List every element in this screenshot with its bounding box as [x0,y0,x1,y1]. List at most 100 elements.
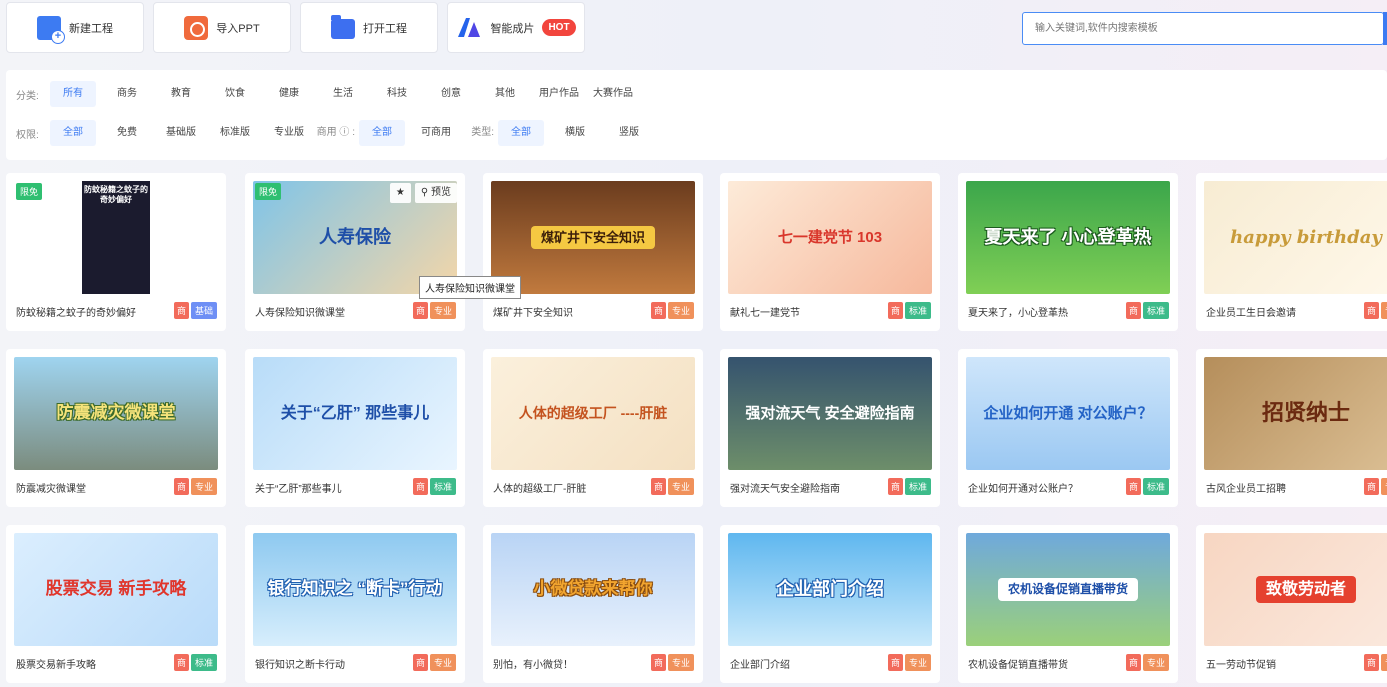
top-toolbar: 新建工程 导入PPT 打开工程 智能成片 HOT [0,0,1387,60]
template-thumbnail[interactable]: 股票交易 新手攻略 [14,533,218,646]
template-card[interactable]: 防震减灾微课堂 防震减灾微课堂商专业 [6,349,226,507]
import-ppt-button[interactable]: 导入PPT [153,2,291,53]
category-option[interactable]: 科技 [374,81,420,107]
template-card[interactable]: 煤矿井下安全知识 煤矿井下安全知识商专业 [483,173,703,331]
category-option[interactable]: 用户作品 [528,81,590,107]
commercial-badge: 商 [1363,654,1379,671]
template-card[interactable]: 银行知识之 “断卡”行动 银行知识之断卡行动 商专业 [245,525,465,683]
thumbnail-title: 人寿保险 [319,226,391,247]
thumbnail-title: 致敬劳动者 [1255,575,1356,604]
permission-option[interactable]: 基础版 [158,120,204,146]
template-thumbnail[interactable]: 七一建党节 103 [728,181,932,294]
template-card[interactable]: 企业部门介绍 企业部门介绍商专业 [720,525,940,683]
card-badges: 商专业 [650,478,694,495]
template-card[interactable]: 夏天来了 小心登革热 夏天来了，小心登革热 商标准 [958,173,1178,331]
smart-video-button[interactable]: 智能成片 HOT [447,2,585,53]
template-card[interactable]: 七一建党节 103 献礼七一建党节 商标准 [720,173,940,331]
template-thumbnail[interactable]: 银行知识之 “断卡”行动 [253,533,457,646]
commercial-label: 商用 ⓘ : [316,127,355,138]
commercial-badge: 商 [650,478,666,495]
card-title: 人体的超级工厂-肝脏 [493,484,587,495]
type-option[interactable]: 横版 [544,120,606,146]
category-option[interactable]: 大赛作品 [590,81,636,107]
category-option[interactable]: 生活 [312,81,374,107]
template-thumbnail[interactable]: happy birthday [1204,181,1387,294]
template-thumbnail[interactable]: 企业如何开通 对公账户？ [966,357,1170,470]
template-card[interactable]: 致敬劳动者五一劳动节促销 商专业 [1196,525,1387,683]
permission-option[interactable]: 免费 [96,120,158,146]
category-option[interactable]: 饮食 [204,81,266,107]
free-badge: 限免 [16,183,43,200]
template-card[interactable]: 人体的超级工厂 ----肝脏人体的超级工厂-肝脏 商专业 [483,349,703,507]
commercial-badge: 商 [887,302,903,319]
category-filter-row: 分类: 所有 商务 教育 饮食 健康 生活 科技 创意 其他 用户作品 大赛作品 [6,81,636,107]
filter-panel: 分类: 所有 商务 教育 饮食 健康 生活 科技 创意 其他 用户作品 大赛作品… [6,70,1387,160]
category-option[interactable]: 教育 [158,81,204,107]
card-badges: 商专业 [1363,302,1387,319]
type-option[interactable]: 竖版 [606,120,652,146]
template-card[interactable]: 股票交易 新手攻略 股票交易新手攻略 商标准 [6,525,226,683]
template-thumbnail[interactable]: 夏天来了 小心登革热 [966,181,1170,294]
search-input[interactable] [1022,12,1384,45]
favorite-button[interactable]: ★ [389,183,411,203]
card-badges: 商专业 [1363,654,1387,671]
commercial-badge: 商 [1125,478,1141,495]
thumbnail-title: 防震减灾微课堂 [56,403,176,423]
permission-option[interactable]: 标准版 [204,120,266,146]
permission-option[interactable]: 专业版 [266,120,312,146]
template-thumbnail[interactable]: 防蚊秘籍之蚊子的奇妙偏好 [14,181,218,294]
category-option[interactable]: 商务 [96,81,158,107]
template-card[interactable]: 农机设备促销直播带货 农机设备促销直播带货商专业 [958,525,1178,683]
level-badge: 专业 [1142,654,1169,671]
level-badge: 专业 [429,302,456,319]
card-badges: 商基础 [173,302,217,319]
ai-logo-icon [456,16,482,40]
template-card[interactable]: happy birthday 企业员工生日会邀请 商专业 [1196,173,1387,331]
category-option[interactable]: 创意 [420,81,482,107]
commercial-option[interactable]: 可商用 [405,120,467,146]
type-option[interactable]: 全部 [498,120,544,146]
card-title: 企业部门介绍 [730,660,790,671]
template-thumbnail[interactable]: 关于“乙肝” 那些事儿 [253,357,457,470]
level-badge: 专业 [667,654,694,671]
template-thumbnail[interactable]: 防震减灾微课堂 [14,357,218,470]
template-card[interactable]: 人寿保险 限免 ★ ⚲ 预览 人寿保险知识微课堂 商专业 [245,173,465,331]
thumbnail-title: 夏天来了 小心登革热 [984,226,1152,247]
new-project-button[interactable]: 新建工程 [6,2,144,53]
template-thumbnail[interactable]: 煤矿井下安全知识 [491,181,695,294]
template-thumbnail[interactable]: 农机设备促销直播带货 [966,533,1170,646]
template-thumbnail[interactable]: 企业部门介绍 [728,533,932,646]
level-badge: 专业 [1380,302,1387,319]
commercial-badge: 商 [1363,478,1379,495]
card-title: 防蚊秘籍之蚊子的奇妙偏好 [16,308,136,319]
template-thumbnail[interactable]: 人体的超级工厂 ----肝脏 [491,357,695,470]
category-option[interactable]: 其他 [482,81,528,107]
template-card[interactable]: 招贤纳士古风企业员工招聘 商专业 [1196,349,1387,507]
template-card[interactable]: 关于“乙肝” 那些事儿 关于“乙肝”那些事儿 商标准 [245,349,465,507]
template-card[interactable]: 小微贷款来帮你 别怕，有小微贷！ 商专业 [483,525,703,683]
permission-option[interactable]: 全部 [50,120,96,146]
search-icon: ⚲ [420,187,429,198]
thumbnail-title: 招贤纳士 [1261,400,1350,426]
card-badges: 商专业 [650,654,694,671]
template-thumbnail[interactable]: 小微贷款来帮你 [491,533,695,646]
commercial-option[interactable]: 全部 [359,120,405,146]
level-badge: 基础 [190,302,217,319]
template-thumbnail[interactable]: 致敬劳动者 [1204,533,1387,646]
commercial-badge: 商 [173,654,189,671]
category-option[interactable]: 健康 [266,81,312,107]
search-button-edge[interactable] [1383,12,1387,45]
import-ppt-label: 导入PPT [216,22,260,35]
template-thumbnail[interactable]: 招贤纳士 [1204,357,1387,470]
open-project-button[interactable]: 打开工程 [300,2,438,53]
preview-button[interactable]: ⚲ 预览 [414,183,457,203]
template-card[interactable]: 企业如何开通 对公账户？ 企业如何开通对公账户？ 商标准 [958,349,1178,507]
template-card[interactable]: 防蚊秘籍之蚊子的奇妙偏好 限免 防蚊秘籍之蚊子的奇妙偏好商基础 [6,173,226,331]
template-thumbnail[interactable]: 强对流天气 安全避险指南 [728,357,932,470]
level-badge: 专业 [1380,654,1387,671]
template-card[interactable]: 强对流天气 安全避险指南 强对流天气安全避险指南 商标准 [720,349,940,507]
category-option[interactable]: 所有 [50,81,96,107]
card-title: 股票交易新手攻略 [16,660,96,671]
commercial-badge: 商 [412,478,428,495]
level-badge: 标准 [904,302,931,319]
